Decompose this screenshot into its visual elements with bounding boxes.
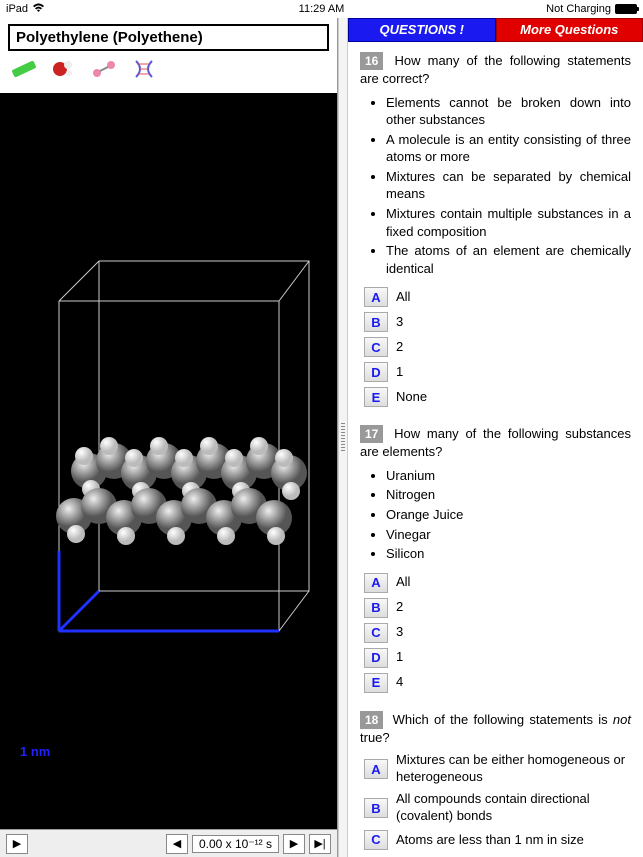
answer-text: Atoms are less than 1 nm in size [396,832,631,849]
list-item: Nitrogen [386,486,631,504]
answer-text: Mixtures can be either homogeneous or he… [396,752,631,786]
tab-questions[interactable]: QUESTIONS ! [348,18,496,42]
answer-button[interactable]: E [364,387,388,407]
answer-button[interactable]: C [364,623,388,643]
answer-text: 3 [396,624,631,641]
answer-row: D1 [364,648,631,668]
answer-button[interactable]: C [364,830,388,850]
status-bar: iPad 11:29 AM Not Charging [0,0,643,18]
ruler-icon[interactable] [10,57,38,87]
split-handle[interactable] [338,18,348,857]
device-label: iPad [6,3,28,15]
list-item: Mixtures contain multiple substances in … [386,205,631,240]
answer-text: All [396,289,631,306]
sim-time: 0.00 x 10⁻¹² s [192,835,279,853]
bond-icon[interactable] [90,57,118,87]
answer-row: D1 [364,362,631,382]
answer-list: A Mixtures can be either homogeneous or h… [364,752,631,857]
clock: 11:29 AM [299,3,345,15]
answer-button[interactable]: A [364,287,388,307]
question-number: 17 [360,425,383,443]
answer-row: B3 [364,312,631,332]
answer-row: B2 [364,598,631,618]
list-item: A molecule is an entity consisting of th… [386,131,631,166]
question-text: 17 How many of the following substances … [360,425,631,461]
molecule-title: Polyethylene (Polyethene) [8,24,329,51]
answer-text: 1 [396,649,631,666]
answer-row: A Mixtures can be either homogeneous or h… [364,752,631,786]
charge-status: Not Charging [546,3,611,15]
answer-text: 3 [396,314,631,331]
question-number: 16 [360,52,383,70]
list-item: Orange Juice [386,506,631,524]
step-fwd-button[interactable]: ▶ [283,834,305,854]
answer-button[interactable]: D [364,648,388,668]
play-button[interactable]: ▶ [6,834,28,854]
skip-end-button[interactable]: ▶| [309,834,331,854]
answer-button[interactable]: A [364,573,388,593]
wifi-icon [32,3,45,16]
toolbar [0,55,337,93]
answer-row: C3 [364,623,631,643]
list-item: Vinegar [386,526,631,544]
axis-scale-label: 1 nm [20,744,50,759]
list-item: Uranium [386,467,631,485]
question-number: 18 [360,711,383,729]
answer-row: A All [364,287,631,307]
questions-panel[interactable]: QUESTIONS ! More Questions 16 How many o… [348,18,643,857]
step-back-button[interactable]: ◀ [166,834,188,854]
battery-icon [615,4,637,14]
answer-text: 2 [396,599,631,616]
answer-button[interactable]: E [364,673,388,693]
answer-row: B All compounds contain directional (cova… [364,791,631,825]
list-item: The atoms of an element are chemically i… [386,242,631,277]
question-text: 18 Which of the following statements is … [360,711,631,747]
answer-row: A All [364,573,631,593]
list-item: Silicon [386,545,631,563]
list-item: Elements cannot be broken down into othe… [386,94,631,129]
answer-list: AAllB3C2D1ENone [364,287,631,407]
answer-button[interactable]: B [364,598,388,618]
answer-text: 1 [396,364,631,381]
tab-more-questions[interactable]: More Questions [496,18,643,42]
answer-row: E None [364,387,631,407]
dna-icon[interactable] [130,57,158,87]
molecule-red-icon[interactable] [50,57,78,87]
question-block: 18 Which of the following statements is … [360,711,631,857]
answer-text: All [396,574,631,591]
answer-button[interactable]: D [364,362,388,382]
answer-text: All compounds contain directional (coval… [396,791,631,825]
question-block: 16 How many of the following statements … [360,52,631,407]
playback-bar: ▶ ◀ 0.00 x 10⁻¹² s ▶ ▶| [0,829,337,857]
answer-row: C Atoms are less than 1 nm in size [364,830,631,850]
answer-list: AAllB2C3D1E4 [364,573,631,693]
answer-row: C2 [364,337,631,357]
answer-row: E4 [364,673,631,693]
question-block: 17 How many of the following substances … [360,425,631,692]
molecule-viewer[interactable]: 1 nm [0,93,337,829]
answer-text: None [396,389,631,406]
answer-button[interactable]: B [364,798,388,818]
viewer-panel: Polyethylene (Polyethene) [0,18,338,857]
question-bullets: UraniumNitrogen Orange Juice VinegarSilico… [360,467,631,563]
list-item: Mixtures can be separated by chemical me… [386,168,631,203]
answer-button[interactable]: C [364,337,388,357]
question-bullets: Elements cannot be broken down into othe… [360,94,631,277]
answer-text: 4 [396,674,631,691]
question-text: 16 How many of the following statements … [360,52,631,88]
answer-text: 2 [396,339,631,356]
answer-button[interactable]: B [364,312,388,332]
answer-button[interactable]: A [364,759,388,779]
